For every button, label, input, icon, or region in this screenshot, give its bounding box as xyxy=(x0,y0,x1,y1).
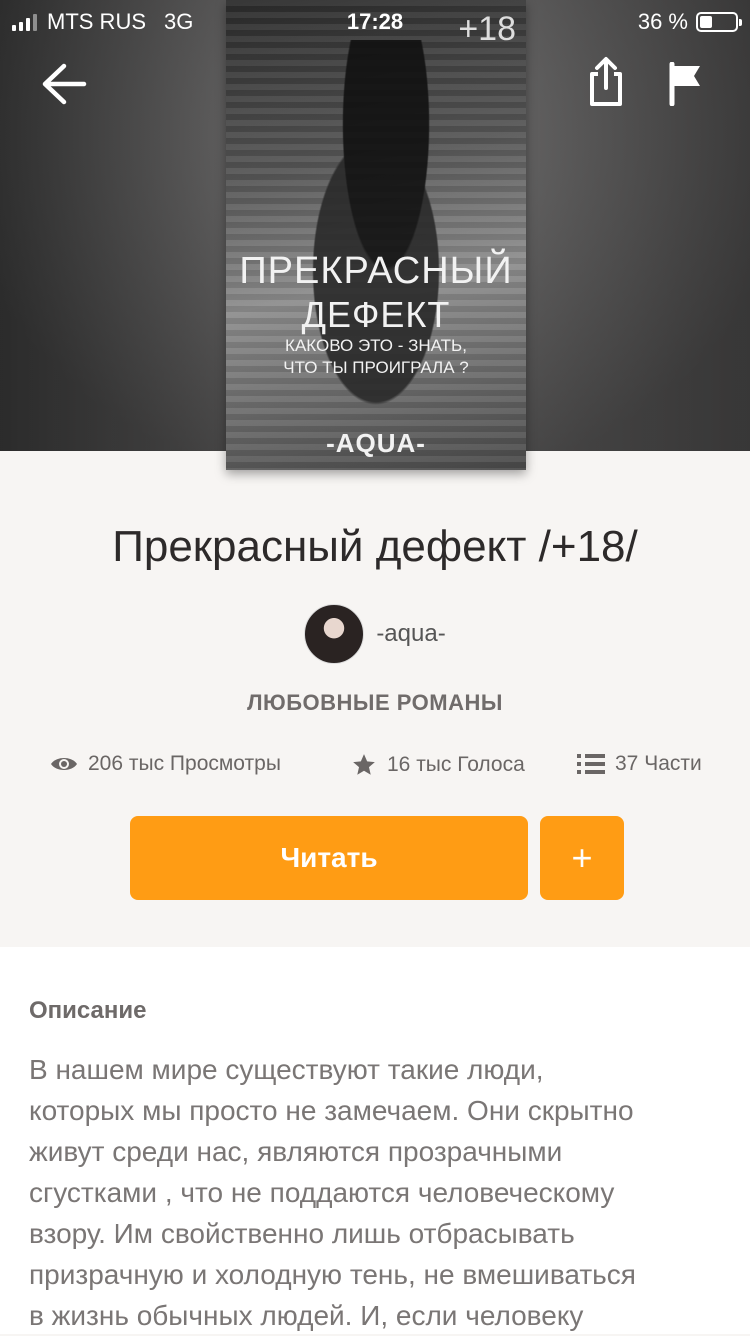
status-right: 36 % xyxy=(637,9,742,35)
star-icon xyxy=(353,754,375,775)
read-button[interactable]: Читать xyxy=(130,816,528,900)
back-button[interactable] xyxy=(40,62,88,111)
stats-row: 206 тыс Просмотры 16 тыс Голоса 37 Части xyxy=(0,752,750,786)
author-row[interactable]: -aqua- xyxy=(0,604,750,664)
description-section: Описание В нашем мире существуют такие л… xyxy=(0,947,750,1334)
description-heading: Описание xyxy=(29,997,147,1024)
battery-icon xyxy=(696,12,742,32)
description-line: взору. Им свойственно лишь отбрасывать xyxy=(29,1218,575,1249)
report-button[interactable] xyxy=(668,61,704,111)
share-button[interactable] xyxy=(584,56,628,113)
genre-label[interactable]: ЛЮБОВНЫЕ РОМАНЫ xyxy=(0,690,750,716)
eye-icon xyxy=(51,758,77,770)
parts-count: 37 Части xyxy=(615,752,702,775)
votes-count: 16 тыс Голоса xyxy=(387,753,525,776)
cover-tagline-line2: ЧТО ТЫ ПРОИГРАЛА ? xyxy=(283,358,469,377)
description-line: которых мы просто не замечаем. Они скрыт… xyxy=(29,1095,634,1126)
book-cover[interactable]: +18 ПРЕКРАСНЫЙ ДЕФЕКТ КАКОВО ЭТО - ЗНАТЬ… xyxy=(226,0,526,470)
arrow-left-icon xyxy=(42,63,87,105)
description-line: сгустками , что не поддаются человеческо… xyxy=(29,1177,615,1208)
description-line: в жизнь обычных людей. И, если человеку xyxy=(29,1300,584,1331)
cover-author-mark: -AQUA- xyxy=(326,428,426,458)
add-to-library-button[interactable]: + xyxy=(540,816,624,900)
author-name[interactable]: -aqua- xyxy=(376,620,445,648)
cover-title-line2: ДЕФЕКТ xyxy=(301,294,451,335)
parts-stat[interactable]: 37 Части xyxy=(577,752,702,776)
flag-icon xyxy=(669,61,700,107)
author-avatar[interactable] xyxy=(304,604,365,664)
description-text[interactable]: В нашем мире существуют такие люди, кото… xyxy=(29,1049,729,1336)
description-line: В нашем мире существуют такие люди, xyxy=(29,1054,544,1085)
description-line: живут среди нас, являются прозрачными xyxy=(29,1136,563,1167)
cover-tagline-line1: КАКОВО ЭТО - ЗНАТЬ, xyxy=(285,336,467,355)
battery-fill xyxy=(700,16,712,28)
status-bar: MTS RUS 3G 17:28 36 % xyxy=(0,0,750,40)
battery-percent: 36 % xyxy=(637,9,688,34)
share-icon xyxy=(590,57,622,106)
book-title: Прекрасный дефект /+18/ xyxy=(112,522,638,571)
cover-title-line1: ПРЕКРАСНЫЙ xyxy=(239,250,513,292)
list-icon xyxy=(577,754,605,774)
votes-stat: 16 тыс Голоса xyxy=(351,752,525,778)
views-count: 206 тыс Просмотры xyxy=(88,752,281,775)
description-line: призрачную и холодную тень, не вмешивать… xyxy=(29,1259,636,1290)
views-stat: 206 тыс Просмотры xyxy=(50,752,281,776)
